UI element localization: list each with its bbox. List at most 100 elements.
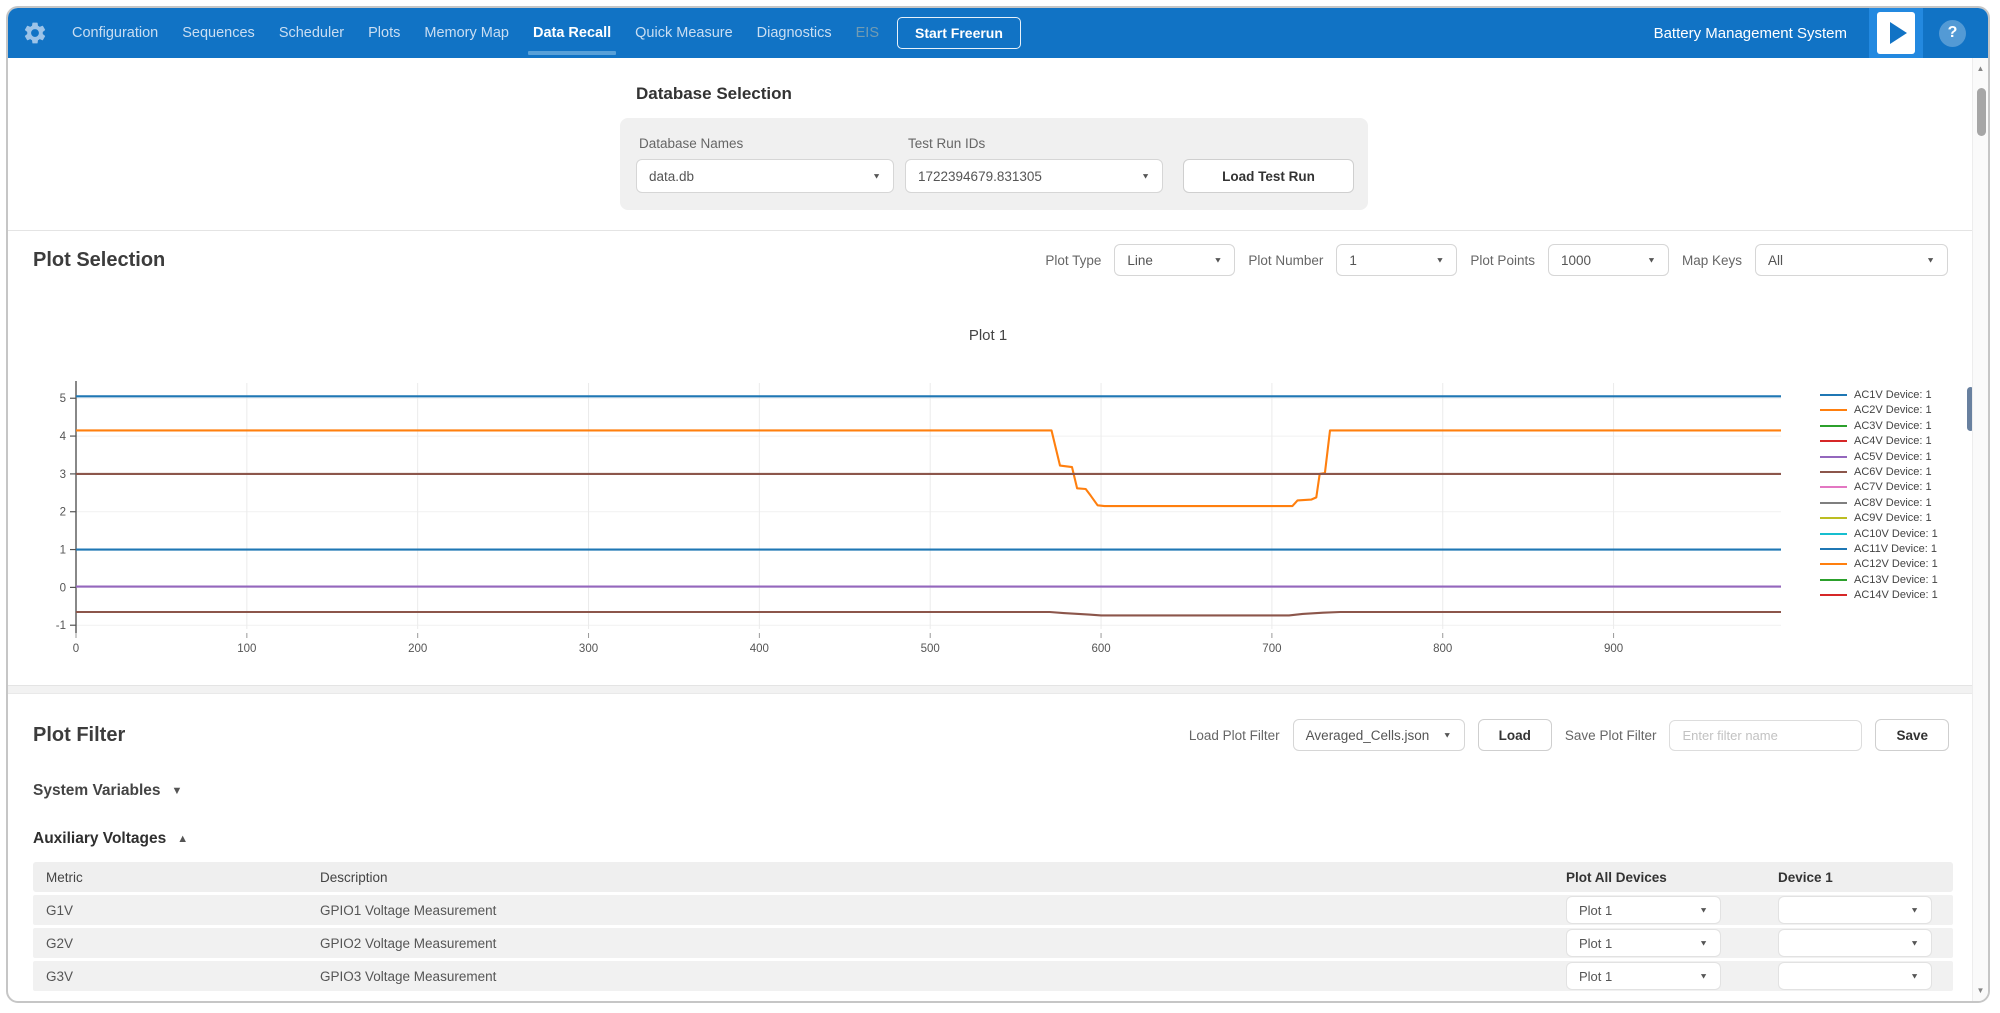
legend-swatch: [1820, 394, 1847, 396]
nav-item-plots[interactable]: Plots: [368, 8, 400, 58]
legend-item[interactable]: AC8V Device: 1: [1820, 497, 1938, 509]
description-cell: GPIO2 Voltage Measurement: [320, 936, 1566, 951]
plot-points-dropdown[interactable]: 1000 ▼: [1548, 244, 1669, 276]
device-1-cell: ▼: [1778, 896, 1953, 924]
svg-text:3: 3: [60, 469, 66, 481]
help-icon[interactable]: ?: [1939, 20, 1966, 47]
chevron-down-icon: ▼: [1910, 906, 1919, 915]
start-freerun-button[interactable]: Start Freerun: [897, 17, 1021, 49]
load-plot-filter-dropdown[interactable]: Averaged_Cells.json ▼: [1293, 719, 1465, 751]
nav-item-quick-measure[interactable]: Quick Measure: [635, 8, 733, 58]
legend-label: AC13V Device: 1: [1854, 574, 1938, 586]
chevron-up-icon: ▲: [177, 833, 188, 845]
auxiliary-voltages-toggle[interactable]: Auxiliary Voltages ▲: [33, 830, 1949, 848]
nav-item-diagnostics[interactable]: Diagnostics: [757, 8, 832, 58]
legend-item[interactable]: AC14V Device: 1: [1820, 589, 1938, 601]
legend-label: AC2V Device: 1: [1854, 404, 1932, 416]
legend-item[interactable]: AC5V Device: 1: [1820, 451, 1938, 463]
legend-item[interactable]: AC9V Device: 1: [1820, 512, 1938, 524]
legend-item[interactable]: AC2V Device: 1: [1820, 404, 1938, 416]
svg-text:1: 1: [60, 545, 66, 557]
svg-text:600: 600: [1091, 643, 1110, 655]
svg-text:-1: -1: [56, 620, 66, 632]
scroll-down-arrow[interactable]: ▼: [1973, 986, 1988, 995]
device-1-dropdown[interactable]: ▼: [1778, 929, 1932, 957]
load-filter-button[interactable]: Load: [1478, 719, 1552, 751]
database-names-label: Database Names: [639, 136, 894, 151]
device-1-dropdown[interactable]: ▼: [1778, 896, 1932, 924]
svg-text:200: 200: [408, 643, 427, 655]
app-title: Battery Management System: [1654, 25, 1847, 42]
table-body: G1VGPIO1 Voltage MeasurementPlot 1▼▼G2VG…: [33, 895, 1953, 991]
legend-item[interactable]: AC4V Device: 1: [1820, 435, 1938, 447]
plot-all-devices-dropdown[interactable]: Plot 1▼: [1566, 896, 1721, 924]
description-cell: GPIO3 Voltage Measurement: [320, 969, 1566, 984]
chart-legend: AC1V Device: 1 AC2V Device: 1 AC3V Device:…: [1820, 389, 1938, 604]
svg-text:700: 700: [1262, 643, 1281, 655]
chevron-down-icon: ▼: [1141, 172, 1150, 181]
legend-swatch: [1820, 425, 1847, 427]
nav-item-eis: EIS: [856, 8, 879, 58]
filter-name-input[interactable]: [1669, 720, 1862, 751]
scroll-up-arrow[interactable]: ▲: [1973, 64, 1988, 73]
save-filter-button[interactable]: Save: [1875, 719, 1949, 751]
load-plot-filter-label: Load Plot Filter: [1189, 728, 1280, 743]
plot-all-devices-dropdown[interactable]: Plot 1▼: [1566, 929, 1721, 957]
chevron-down-icon: ▼: [1910, 972, 1919, 981]
test-run-ids-dropdown[interactable]: 1722394679.831305 ▼: [905, 159, 1163, 193]
nav-item-memory-map[interactable]: Memory Map: [424, 8, 509, 58]
legend-swatch: [1820, 579, 1847, 581]
legend-label: AC6V Device: 1: [1854, 466, 1932, 478]
test-run-ids-label: Test Run IDs: [908, 136, 1163, 151]
nav-item-sequences[interactable]: Sequences: [182, 8, 255, 58]
chevron-down-icon: ▼: [1213, 256, 1222, 265]
system-variables-toggle[interactable]: System Variables ▼: [33, 782, 1949, 800]
chevron-down-icon: ▼: [1699, 972, 1708, 981]
load-test-run-button[interactable]: Load Test Run: [1183, 159, 1354, 193]
legend-item[interactable]: AC13V Device: 1: [1820, 574, 1938, 586]
nav-item-scheduler[interactable]: Scheduler: [279, 8, 344, 58]
device-1-dropdown[interactable]: ▼: [1778, 962, 1932, 990]
plot-all-devices-cell: Plot 1▼: [1566, 962, 1778, 990]
legend-item[interactable]: AC12V Device: 1: [1820, 558, 1938, 570]
plot-type-label: Plot Type: [1045, 253, 1101, 268]
nav-item-configuration[interactable]: Configuration: [72, 8, 158, 58]
table-header-row: Metric Description Plot All Devices Devi…: [33, 862, 1953, 892]
line-chart[interactable]: 543210-10100200300400500600700800900: [8, 357, 1968, 661]
map-keys-label: Map Keys: [1682, 253, 1742, 268]
legend-swatch: [1820, 471, 1847, 473]
map-keys-dropdown[interactable]: All ▼: [1755, 244, 1948, 276]
svg-text:900: 900: [1604, 643, 1623, 655]
nav-item-data-recall[interactable]: Data Recall: [533, 8, 611, 58]
scrollbar-thumb[interactable]: [1977, 88, 1986, 136]
legend-item[interactable]: AC1V Device: 1: [1820, 389, 1938, 401]
legend-label: AC5V Device: 1: [1854, 451, 1932, 463]
plot-type-dropdown[interactable]: Line ▼: [1114, 244, 1235, 276]
plot-points-label: Plot Points: [1470, 253, 1535, 268]
navbar-right: Battery Management System ?: [1654, 8, 1976, 58]
plot-number-dropdown[interactable]: 1 ▼: [1336, 244, 1457, 276]
legend-label: AC10V Device: 1: [1854, 528, 1938, 540]
metric-cell: G2V: [33, 936, 320, 951]
run-button[interactable]: [1869, 8, 1923, 58]
plot-all-devices-dropdown[interactable]: Plot 1▼: [1566, 962, 1721, 990]
database-selection-section: Database Selection Database Names data.d…: [8, 58, 1988, 230]
legend-swatch: [1820, 594, 1847, 596]
svg-text:100: 100: [237, 643, 256, 655]
legend-item[interactable]: AC7V Device: 1: [1820, 481, 1938, 493]
description-cell: GPIO1 Voltage Measurement: [320, 903, 1566, 918]
legend-item[interactable]: AC6V Device: 1: [1820, 466, 1938, 478]
legend-item[interactable]: AC10V Device: 1: [1820, 528, 1938, 540]
gear-icon[interactable]: [22, 20, 48, 46]
chevron-down-icon: ▼: [1910, 939, 1919, 948]
legend-item[interactable]: AC3V Device: 1: [1820, 420, 1938, 432]
database-names-dropdown[interactable]: data.db ▼: [636, 159, 894, 193]
svg-text:2: 2: [60, 507, 66, 519]
legend-swatch: [1820, 517, 1847, 519]
svg-text:400: 400: [750, 643, 769, 655]
plot-canvas: Plot 1 543210-10100200300400500600700800…: [8, 285, 1988, 685]
chevron-down-icon: ▼: [1926, 256, 1935, 265]
plot-filter-controls: Load Plot Filter Averaged_Cells.json ▼ L…: [1189, 719, 1949, 751]
legend-item[interactable]: AC11V Device: 1: [1820, 543, 1938, 555]
device-1-cell: ▼: [1778, 929, 1953, 957]
